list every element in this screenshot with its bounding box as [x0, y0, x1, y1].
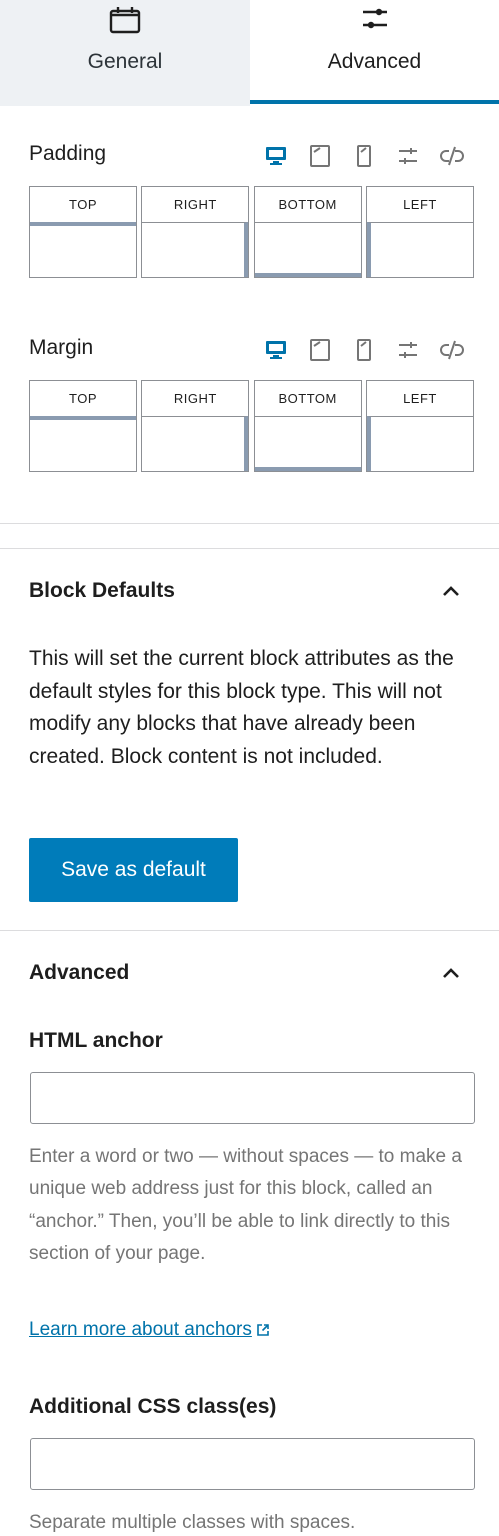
margin-right-label: RIGHT	[173, 391, 217, 406]
divider	[0, 523, 499, 524]
margin-left-label: LEFT	[403, 391, 437, 406]
padding-left-input[interactable]	[366, 222, 473, 277]
settings-sliders-icon	[399, 342, 417, 358]
mobile-device-button[interactable]	[342, 140, 386, 172]
divider	[0, 548, 499, 549]
desktop-icon	[266, 147, 286, 165]
window-icon	[109, 7, 141, 34]
margin-tools	[254, 334, 474, 366]
tab-general[interactable]: General	[0, 0, 250, 106]
padding-left-label: LEFT	[403, 197, 437, 212]
margin-header: Margin	[29, 334, 474, 374]
chevron-up-icon[interactable]	[439, 961, 463, 985]
unit-settings-button[interactable]	[386, 334, 430, 366]
html-anchor-input[interactable]	[30, 1072, 475, 1124]
margin-top-input[interactable]	[30, 416, 136, 471]
padding-right-input[interactable]	[142, 222, 249, 277]
padding-right-label: RIGHT	[173, 197, 217, 212]
css-classes-input[interactable]	[30, 1438, 475, 1490]
mobile-icon	[357, 145, 371, 167]
css-classes-help: Separate multiple classes with spaces.	[29, 1512, 356, 1533]
padding-right-box: RIGHT	[141, 186, 250, 278]
save-as-default-button[interactable]: Save as default	[29, 838, 238, 902]
inspector-tabs: General Advanced	[0, 0, 499, 106]
tab-advanced-label: Advanced	[327, 50, 422, 73]
html-anchor-help: Enter a word or two — without spaces — t…	[29, 1146, 462, 1264]
mobile-device-button[interactable]	[342, 334, 386, 366]
padding-left-box: LEFT	[365, 186, 474, 278]
padding-tools	[254, 140, 474, 172]
chevron-up-icon[interactable]	[439, 579, 463, 603]
unlink-sides-button[interactable]	[430, 140, 474, 172]
margin-control: Margin TOP RIGHT BOTTOM LEFT	[29, 334, 474, 472]
external-link-icon	[257, 1324, 269, 1336]
margin-top-label: TOP	[69, 391, 97, 406]
padding-sides: TOP RIGHT BOTTOM LEFT	[29, 186, 474, 278]
settings-sliders-icon	[399, 148, 417, 164]
html-anchor-label: HTML anchor	[29, 1029, 163, 1052]
sliders-icon	[362, 8, 387, 29]
padding-label: Padding	[29, 142, 107, 165]
advanced-panel-title[interactable]: Advanced	[29, 961, 129, 985]
margin-right-input[interactable]	[142, 416, 249, 471]
margin-bottom-box: BOTTOM	[253, 380, 362, 472]
margin-bottom-input[interactable]	[254, 416, 361, 471]
desktop-device-button[interactable]	[254, 334, 298, 366]
desktop-device-button[interactable]	[254, 140, 298, 172]
tablet-icon	[310, 145, 330, 167]
padding-bottom-input[interactable]	[254, 222, 361, 277]
padding-header: Padding	[29, 140, 474, 180]
padding-bottom-label: BOTTOM	[278, 197, 337, 212]
margin-label: Margin	[29, 336, 94, 359]
margin-sides: TOP RIGHT BOTTOM LEFT	[29, 380, 474, 472]
padding-top-input[interactable]	[30, 222, 136, 277]
tab-general-label: General	[87, 50, 163, 73]
padding-top-label: TOP	[69, 197, 97, 212]
padding-bottom-box: BOTTOM	[253, 186, 362, 278]
tablet-device-button[interactable]	[298, 140, 342, 172]
unlink-icon	[440, 146, 464, 166]
learn-more-anchors-text: Learn more about anchors	[29, 1319, 252, 1340]
padding-top-box: TOP	[29, 186, 137, 278]
unlink-sides-button[interactable]	[430, 334, 474, 366]
unit-settings-button[interactable]	[386, 140, 430, 172]
mobile-icon	[357, 339, 371, 361]
divider	[0, 930, 499, 931]
tablet-icon	[310, 339, 330, 361]
unlink-icon	[440, 340, 464, 360]
margin-bottom-label: BOTTOM	[278, 391, 337, 406]
block-defaults-description: This will set the current block attribut…	[29, 647, 454, 768]
desktop-icon	[266, 341, 286, 359]
padding-control: Padding TOP RIGHT BOTTOM LEFT	[29, 140, 474, 278]
margin-left-box: LEFT	[365, 380, 474, 472]
margin-top-box: TOP	[29, 380, 137, 472]
block-defaults-title[interactable]: Block Defaults	[29, 579, 175, 603]
margin-left-input[interactable]	[366, 416, 473, 471]
tab-advanced[interactable]: Advanced	[250, 0, 499, 106]
learn-more-anchors-link[interactable]: Learn more about anchors	[29, 1319, 271, 1341]
margin-right-box: RIGHT	[141, 380, 250, 472]
css-classes-label: Additional CSS class(es)	[29, 1395, 277, 1418]
tablet-device-button[interactable]	[298, 334, 342, 366]
